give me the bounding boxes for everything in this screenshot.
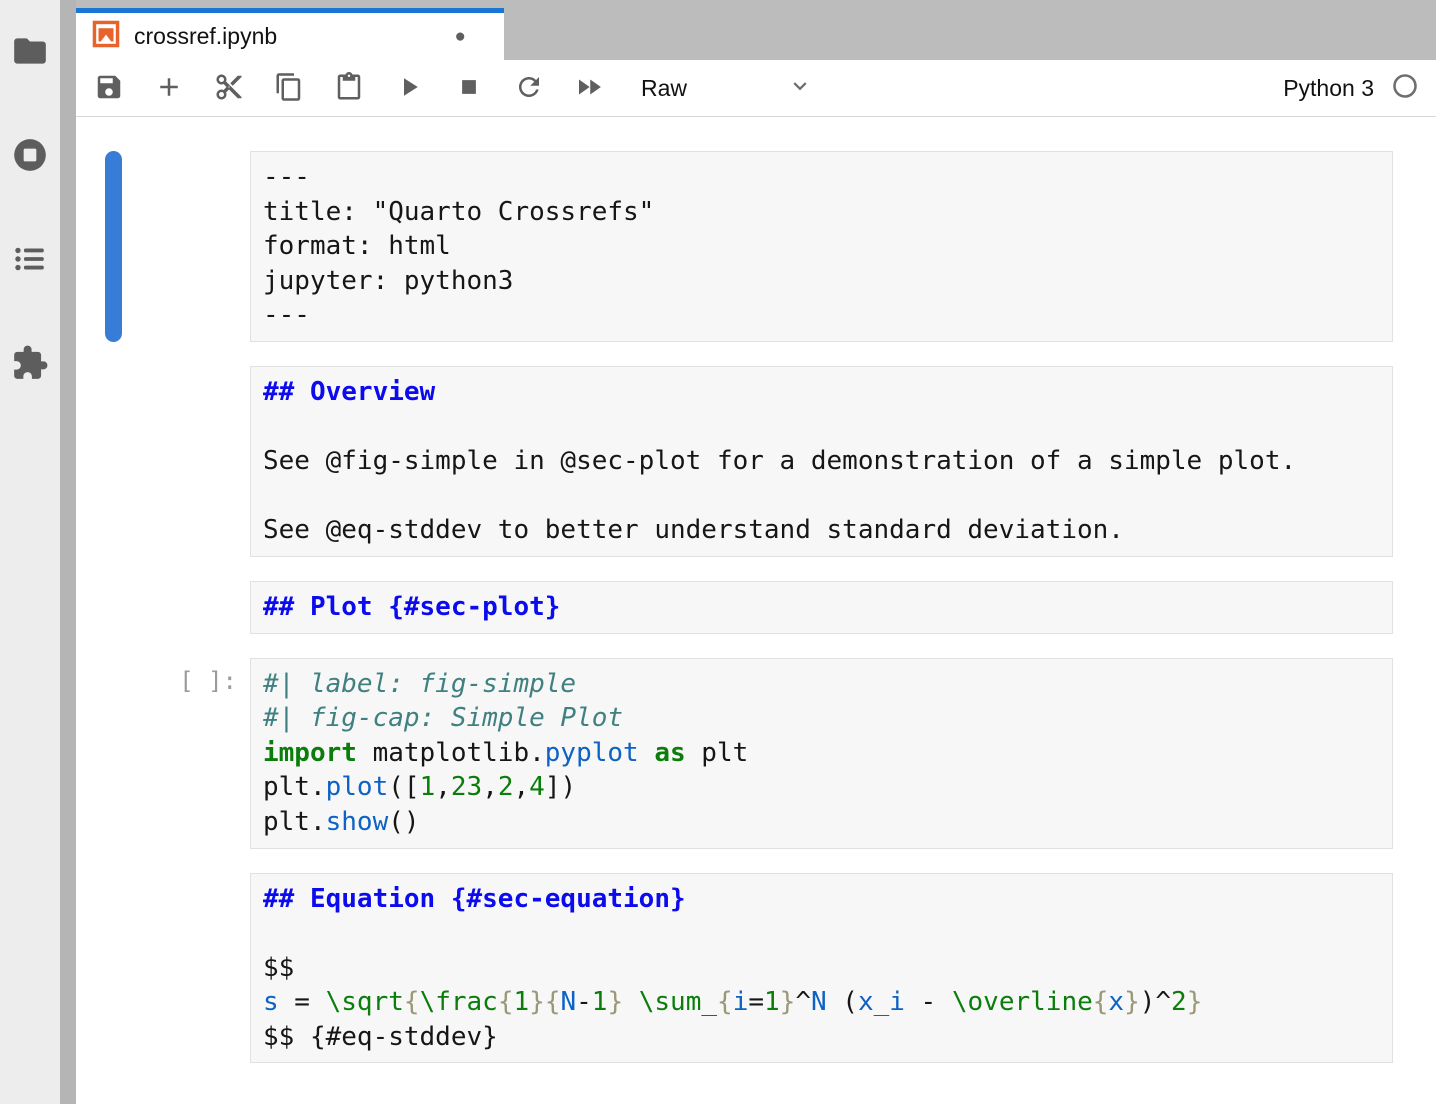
save-icon <box>94 72 124 105</box>
cell-editor[interactable]: ## Plot {#sec-plot} <box>250 581 1393 634</box>
notebook-toolbar: Raw Python 3 <box>76 60 1436 117</box>
stop-circle-icon <box>11 136 49 177</box>
kernel-indicator: Python 3 <box>1283 72 1419 105</box>
code-line: ## Overview <box>263 375 1380 410</box>
cell-editor[interactable]: ## Equation {#sec-equation} $$s = \sqrt{… <box>250 873 1393 1064</box>
code-line: $$ <box>263 951 1380 986</box>
code-line: s = \sqrt{\frac{1}{N-1} \sum_{i=1}^N (x_… <box>263 985 1380 1020</box>
copy-cells-button[interactable] <box>259 67 319 109</box>
insert-cell-button[interactable] <box>139 67 199 109</box>
folder-icon <box>11 32 49 73</box>
save-button[interactable] <box>79 67 139 109</box>
code-line <box>263 410 1380 445</box>
cell-markdown-2[interactable]: ## Overview See @fig-simple in @sec-plot… <box>250 366 1393 557</box>
cell-markdown-3[interactable]: ## Plot {#sec-plot} <box>250 581 1393 634</box>
code-line: --- <box>263 160 1380 195</box>
code-line <box>263 916 1380 951</box>
code-line: plt.show() <box>263 805 1380 840</box>
kernel-status-icon[interactable] <box>1391 72 1419 105</box>
code-line: #| fig-cap: Simple Plot <box>263 701 1380 736</box>
code-line: --- <box>263 298 1380 333</box>
code-line <box>263 479 1380 514</box>
run-cell-button[interactable] <box>379 67 439 109</box>
tab-notebook[interactable]: crossref.ipynb ● <box>76 8 504 60</box>
stop-icon <box>454 72 484 105</box>
refresh-icon <box>514 72 544 105</box>
code-line: ## Equation {#sec-equation} <box>263 882 1380 917</box>
interrupt-kernel-button[interactable] <box>439 67 499 109</box>
code-line: $$ {#eq-stddev} <box>263 1020 1380 1055</box>
sidebar-item-running-kernels[interactable] <box>6 132 54 180</box>
cell-type-dropdown[interactable]: Raw <box>631 73 821 104</box>
clipboard-icon <box>334 72 364 105</box>
play-icon <box>394 72 424 105</box>
sidebar-item-extensions[interactable] <box>6 340 54 388</box>
cell-type-value: Raw <box>641 75 687 102</box>
tab-bar: crossref.ipynb ● <box>76 0 1436 60</box>
restart-run-all-button[interactable] <box>559 67 619 109</box>
cell-markdown-5[interactable]: ## Equation {#sec-equation} $$s = \sqrt{… <box>250 873 1393 1064</box>
tab-title: crossref.ipynb <box>134 23 277 50</box>
fast-forward-icon <box>574 72 604 105</box>
code-line: format: html <box>263 229 1380 264</box>
copy-icon <box>274 72 304 105</box>
restart-kernel-button[interactable] <box>499 67 559 109</box>
sidebar-item-file-browser[interactable] <box>6 28 54 76</box>
plus-icon <box>154 72 184 105</box>
code-line: title: "Quarto Crossrefs" <box>263 195 1380 230</box>
execution-prompt: [ ]: <box>179 667 237 695</box>
scissors-icon <box>214 72 244 105</box>
cell-editor[interactable]: ## Overview See @fig-simple in @sec-plot… <box>250 366 1393 557</box>
code-line: plt.plot([1,23,2,4]) <box>263 770 1380 805</box>
cut-cells-button[interactable] <box>199 67 259 109</box>
main-area: crossref.ipynb ● R <box>76 0 1436 1104</box>
code-line: See @fig-simple in @sec-plot for a demon… <box>263 444 1380 479</box>
code-line: ## Plot {#sec-plot} <box>263 590 1380 625</box>
paste-cells-button[interactable] <box>319 67 379 109</box>
code-line: import matplotlib.pyplot as plt <box>263 736 1380 771</box>
sidebar-item-table-of-contents[interactable] <box>6 236 54 284</box>
activity-sidebar <box>0 0 60 1104</box>
code-line: See @eq-stddev to better understand stan… <box>263 513 1380 548</box>
sidebar-splitter[interactable] <box>60 0 76 1104</box>
cell-code-4[interactable]: [ ]:#| label: fig-simple#| fig-cap: Simp… <box>250 658 1393 849</box>
code-line: #| label: fig-simple <box>263 667 1380 702</box>
unsaved-changes-indicator[interactable]: ● <box>455 27 466 46</box>
chevron-down-icon <box>787 73 813 104</box>
cell-editor[interactable]: ---title: "Quarto Crossrefs"format: html… <box>250 151 1393 342</box>
cell-editor[interactable]: #| label: fig-simple#| fig-cap: Simple P… <box>250 658 1393 849</box>
notebook: ---title: "Quarto Crossrefs"format: html… <box>76 117 1436 1104</box>
cell-raw-1[interactable]: ---title: "Quarto Crossrefs"format: html… <box>250 151 1393 342</box>
code-line: jupyter: python3 <box>263 264 1380 299</box>
puzzle-icon <box>11 344 49 385</box>
kernel-name[interactable]: Python 3 <box>1283 75 1374 102</box>
active-cell-collapser[interactable] <box>105 151 122 342</box>
notebook-icon <box>91 19 121 54</box>
list-icon <box>11 240 49 281</box>
